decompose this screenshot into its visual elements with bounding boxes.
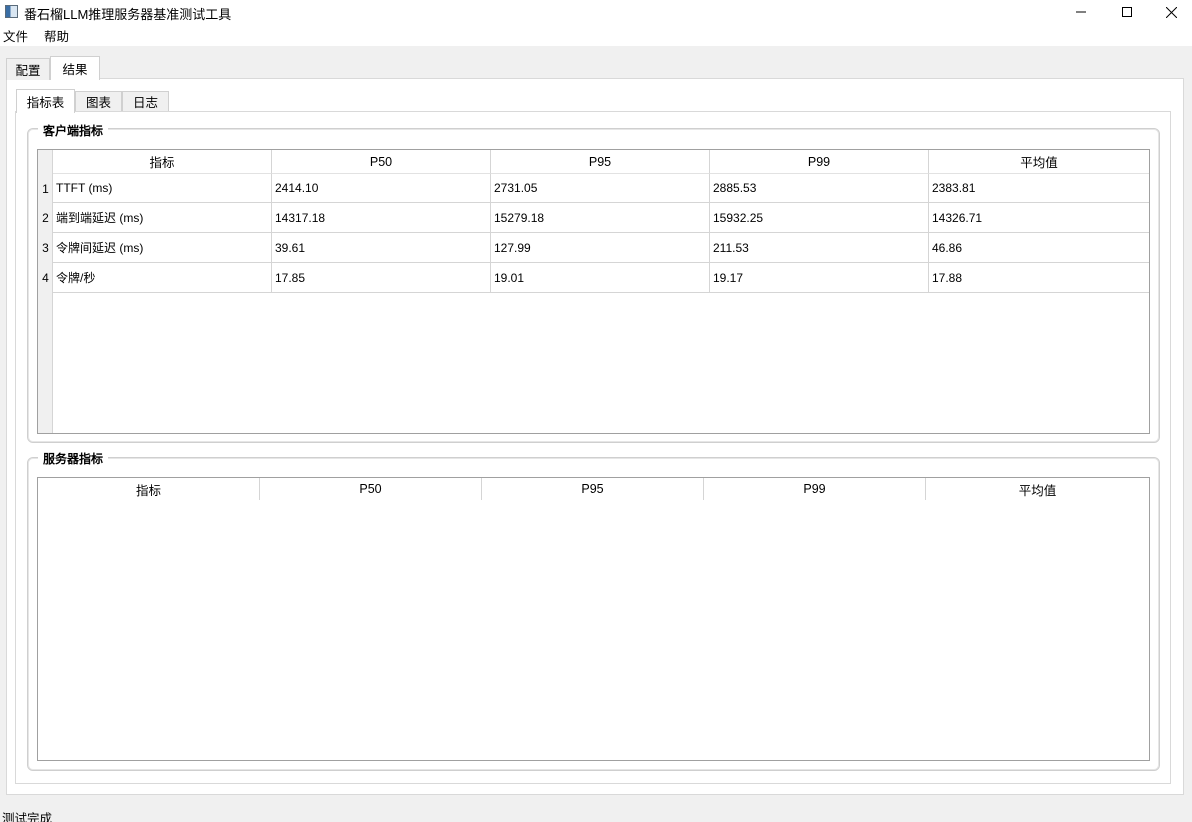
column-header-average[interactable]: 平均值: [929, 150, 1149, 174]
table-cell-p95[interactable]: 19.01: [491, 263, 710, 293]
table-cell-p99[interactable]: 15932.25: [710, 203, 929, 233]
server-metrics-title: 服务器指标: [38, 450, 109, 467]
tab-results[interactable]: 结果: [50, 56, 100, 80]
tab-metrics-table[interactable]: 指标表: [16, 89, 75, 113]
minimize-button[interactable]: [1058, 0, 1104, 24]
tab-charts[interactable]: 图表: [75, 91, 122, 111]
table-cell-p95[interactable]: 127.99: [491, 233, 710, 263]
inner-tab-pane: 客户端指标 指标 P50 P95 P99 平均值 1 TTFT (ms) 241…: [15, 111, 1171, 784]
row-number: 2: [42, 211, 49, 225]
app-icon: [5, 5, 18, 18]
column-header-p95[interactable]: P95: [482, 478, 704, 500]
table-cell-p50[interactable]: 2414.10: [272, 174, 491, 203]
column-header-p99[interactable]: P99: [704, 478, 926, 500]
table-cell-average[interactable]: 14326.71: [929, 203, 1149, 233]
row-number: 3: [42, 241, 49, 255]
table-cell-p95[interactable]: 2731.05: [491, 174, 710, 203]
column-header-p50[interactable]: P50: [272, 150, 491, 174]
table-cell-average[interactable]: 2383.81: [929, 174, 1149, 203]
row-number: 1: [42, 181, 49, 196]
maximize-icon: [1122, 7, 1132, 17]
table-cell-average[interactable]: 17.88: [929, 263, 1149, 293]
client-metrics-table[interactable]: 指标 P50 P95 P99 平均值 1 TTFT (ms) 2414.10 2…: [37, 149, 1150, 434]
server-metrics-table[interactable]: 指标 P50 P95 P99 平均值: [37, 477, 1150, 761]
client-metrics-title: 客户端指标: [38, 122, 109, 139]
column-header-metric[interactable]: 指标: [53, 150, 272, 174]
row-number: 4: [42, 271, 49, 285]
table-cell-p50[interactable]: 14317.18: [272, 203, 491, 233]
close-icon: [1165, 6, 1177, 18]
table-cell-average[interactable]: 46.86: [929, 233, 1149, 263]
menu-help[interactable]: 帮助: [41, 26, 69, 45]
column-header-p50[interactable]: P50: [260, 478, 482, 500]
column-header-p95[interactable]: P95: [491, 150, 710, 174]
table-cell-p99[interactable]: 211.53: [710, 233, 929, 263]
table-cell-p99[interactable]: 19.17: [710, 263, 929, 293]
table-cell-metric[interactable]: TTFT (ms): [53, 174, 272, 203]
column-header-metric[interactable]: 指标: [38, 478, 260, 500]
table-cell-p50[interactable]: 39.61: [272, 233, 491, 263]
table-cell-p50[interactable]: 17.85: [272, 263, 491, 293]
close-button[interactable]: [1148, 0, 1192, 24]
column-header-p99[interactable]: P99: [710, 150, 929, 174]
column-header-average[interactable]: 平均值: [926, 478, 1149, 500]
window-title: 番石榴LLM推理服务器基准测试工具: [24, 7, 232, 22]
table-cell-metric[interactable]: 令牌/秒: [53, 263, 272, 293]
maximize-button[interactable]: [1104, 0, 1150, 24]
table-cell-p99[interactable]: 2885.53: [710, 174, 929, 203]
minimize-icon: [1076, 11, 1086, 13]
menu-bar: 文件 帮助: [0, 24, 1192, 46]
table-cell-metric[interactable]: 端到端延迟 (ms): [53, 203, 272, 233]
tab-config[interactable]: 配置: [6, 58, 50, 80]
table-cell-p95[interactable]: 15279.18: [491, 203, 710, 233]
status-bar-text: 测试完成: [2, 812, 53, 822]
menu-file[interactable]: 文件: [0, 26, 28, 45]
title-bar: 番石榴LLM推理服务器基准测试工具: [0, 0, 1192, 24]
tab-logs[interactable]: 日志: [122, 91, 169, 111]
table-cell-metric[interactable]: 令牌间延迟 (ms): [53, 233, 272, 263]
